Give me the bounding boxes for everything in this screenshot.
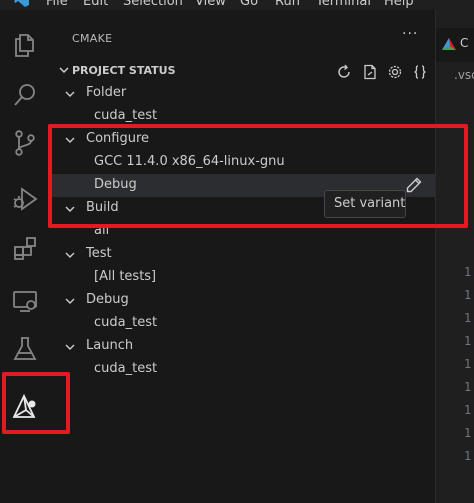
open-file-button[interactable] (360, 62, 380, 82)
refresh-icon (338, 64, 350, 78)
sidebar-title: CMAKE (72, 32, 113, 45)
folder-value: cuda_test (94, 108, 158, 123)
tree-node-launch[interactable]: Launch (50, 335, 435, 358)
tree-item-debug-target[interactable]: cuda_test (50, 312, 435, 335)
menu-bar: File Edit Selection View Go Run Terminal… (0, 0, 474, 10)
files-icon (15, 34, 34, 57)
more-actions-icon[interactable]: ··· (402, 26, 418, 42)
source-control-button[interactable] (0, 120, 50, 166)
tree-node-test[interactable]: Test (50, 243, 435, 266)
menu-view[interactable]: View (195, 0, 226, 9)
menu-edit[interactable]: Edit (83, 0, 108, 9)
run-debug-icon (13, 187, 38, 211)
menu-selection[interactable]: Selection (123, 0, 183, 9)
chevron-down-icon (65, 252, 75, 258)
debug-target: cuda_test (94, 315, 158, 330)
tree-label-folder: Folder (86, 85, 127, 100)
menu-file[interactable]: File (46, 0, 68, 9)
line-number: 1 (464, 357, 472, 371)
line-number: 1 (464, 380, 472, 394)
tree-label-test: Test (86, 246, 112, 261)
tree-node-folder[interactable]: Folder (50, 82, 435, 105)
chevron-down-icon (65, 91, 75, 97)
source-control-icon (15, 130, 35, 156)
vscode-window: File Edit Selection View Go Run Terminal… (0, 0, 474, 503)
tree-item-launch-target[interactable]: cuda_test (50, 358, 435, 381)
flask-icon (13, 337, 37, 360)
line-number: 1 (464, 288, 472, 302)
extensions-icon (14, 237, 36, 260)
vscode-logo-icon (14, 0, 29, 7)
remote-explorer-icon (13, 291, 37, 312)
line-number: 1 (464, 426, 472, 440)
search-button[interactable] (0, 72, 50, 118)
menu-run[interactable]: Run (275, 0, 300, 9)
cmake-icon-highlight-box (2, 372, 70, 434)
file-icon (364, 64, 376, 80)
chevron-down-icon (65, 298, 75, 304)
braces-button[interactable] (410, 62, 430, 82)
chevron-down-icon (65, 344, 75, 350)
line-number: 1 (464, 311, 472, 325)
tree-node-debug[interactable]: Debug (50, 289, 435, 312)
tree-label-launch: Launch (86, 338, 134, 353)
menu-terminal[interactable]: Terminal (316, 0, 371, 9)
tree-label-debug: Debug (86, 292, 129, 307)
menu-help[interactable]: Help (384, 0, 414, 9)
editor-area: C .vsc 1 1 1 1 1 1 1 1 1 (435, 10, 474, 503)
chevron-down-icon (59, 67, 69, 74)
extensions-button[interactable] (0, 226, 50, 272)
line-number: 1 (464, 265, 472, 279)
breadcrumb[interactable]: .vsc (454, 68, 474, 82)
launch-target: cuda_test (94, 361, 158, 376)
refresh-button[interactable] (334, 62, 354, 82)
project-status-label: PROJECT STATUS (72, 64, 176, 77)
testing-button[interactable] (0, 326, 50, 372)
braces-icon (414, 65, 426, 79)
gear-icon (388, 65, 402, 79)
remote-explorer-button[interactable] (0, 278, 50, 324)
line-number: 1 (464, 403, 472, 417)
line-number: 1 (464, 449, 472, 463)
cmake-file-icon (442, 38, 456, 50)
cmake-sidebar: CMAKE ··· PROJECT STATUS Folder cuda_tes… (50, 10, 435, 503)
test-value: [All tests] (94, 269, 157, 284)
explorer-button[interactable] (0, 22, 50, 68)
tree-item-test-value[interactable]: [All tests] (50, 266, 435, 289)
menu-go[interactable]: Go (240, 0, 258, 9)
line-number: 1 (464, 334, 472, 348)
search-icon (14, 84, 35, 106)
configure-highlight-box (48, 124, 468, 228)
run-debug-button[interactable] (0, 176, 50, 222)
editor-tab-label: C (460, 36, 469, 50)
settings-button[interactable] (385, 62, 405, 82)
